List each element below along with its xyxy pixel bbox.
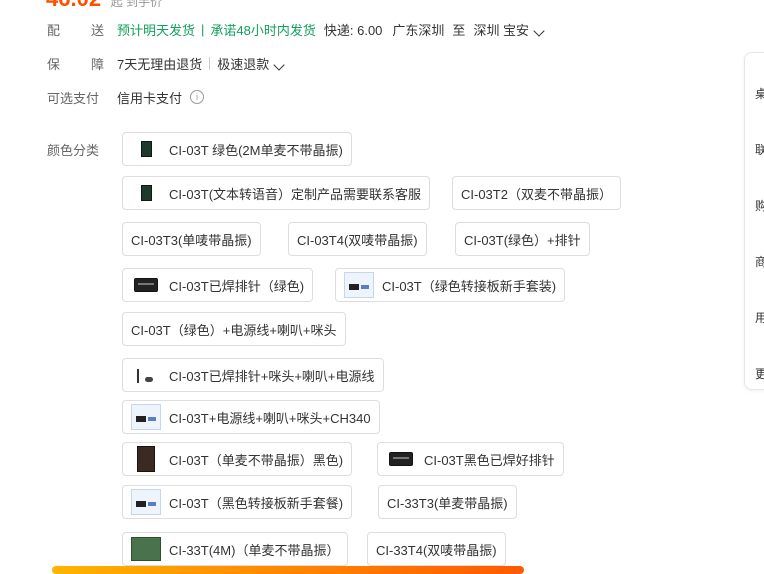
shipping-row: 配送 预计明天发货 | 承诺48小时内发货 快递: 6.00 广东深圳 至 深圳… [47,18,545,40]
side-panel: 桌 联 购 商 用 更 [744,52,764,390]
sku-option-label: CI-03T（绿色）+电源线+喇叭+咪头 [131,322,337,338]
sku-option[interactable]: CI-03T已焊排针+咪头+喇叭+电源线 [122,358,384,392]
sku-option[interactable]: CI-33T4(双唛带晶振) [367,532,506,566]
guarantee-refund: 极速退款 [217,56,270,72]
sku-option[interactable]: CI-03T4(双唛带晶振) [288,222,427,256]
side-item[interactable]: 联 [755,141,764,158]
sku-option-label: CI-03T（绿色转接板新手套装) [382,278,557,294]
color-category-label: 颜色分类 [47,142,100,158]
side-item[interactable]: 商 [755,253,764,270]
divider [209,56,211,70]
product-thumbnail [131,404,161,430]
product-thumbnail [131,446,161,472]
product-thumbnail [386,446,416,472]
product-thumbnail [131,536,161,562]
sku-option[interactable]: CI-03T（单麦不带晶振）黑色) [122,442,353,476]
chevron-down-icon [533,24,545,37]
price-value: 46.02 [46,0,101,11]
sku-option-label: CI-33T3(单麦带晶振) [387,495,508,511]
product-thumbnail [131,136,161,162]
payment-method: 信用卡支付 [117,90,183,106]
sku-option[interactable]: CI-03T3(单唛带晶振) [122,222,261,256]
sku-option[interactable]: CI-03T2（双麦不带晶振） [452,176,621,210]
info-icon[interactable]: i [190,90,205,104]
sku-option-label: CI-03T2（双麦不带晶振） [461,186,612,202]
sku-option[interactable]: CI-33T(4M)（单麦不带晶振） [122,532,349,566]
sku-option[interactable]: CI-03T（绿色）+电源线+喇叭+咪头 [122,312,346,346]
payment-row: 可选支付 信用卡支付 i [47,86,205,108]
sku-option[interactable]: CI-03T已焊排针（绿色) [122,268,314,302]
sku-option-label: CI-03T黑色已焊好排针 [424,452,555,468]
sku-option[interactable]: CI-03T+电源线+喇叭+咪头+CH340 [122,400,380,434]
sku-option-label: CI-03T(绿色）+排针 [464,232,581,248]
guarantee-returns: 7天无理由退货 [117,56,203,72]
sku-option[interactable]: CI-03T（黑色转接板新手套餐) [122,485,353,519]
sku-option-label: CI-03T（单麦不带晶振）黑色) [169,452,344,468]
sku-option-label: CI-03T(文本转语音）定制产品需要联系客服 [169,186,422,202]
price-suffix: 起 到手价 [110,0,163,9]
ship-promise: 承诺48小时内发货 [210,22,316,38]
buy-action-bar[interactable] [52,566,524,574]
ship-estimate: 预计明天发货 [117,22,196,38]
sku-option-label: CI-33T4(双唛带晶振) [376,542,497,558]
sku-option-label: CI-03T 绿色(2M单麦不带晶振) [169,142,343,158]
sku-option[interactable]: CI-03T(绿色）+排针 [455,222,590,256]
guarantee-row: 保障 7天无理由退货 极速退款 [47,52,285,74]
sku-option[interactable]: CI-33T3(单麦带晶振) [378,485,517,519]
sku-option-label: CI-03T4(双唛带晶振) [297,232,418,248]
sku-option[interactable]: CI-03T(文本转语音）定制产品需要联系客服 [122,176,431,210]
sku-option-label: CI-03T已焊排针+咪头+喇叭+电源线 [169,368,375,384]
shipping-label: 配送 [47,22,104,38]
sku-option-label: CI-33T(4M)（单麦不带晶振） [169,542,340,558]
guarantee-label: 保障 [47,56,104,72]
ship-express-fee: 快递: 6.00 [323,22,383,38]
payment-label: 可选支付 [47,90,100,106]
side-item[interactable]: 桌 [755,85,764,102]
product-thumbnail [131,180,161,206]
color-category-row: 颜色分类 [47,138,117,160]
ship-origin: 广东深圳 [392,22,445,38]
ship-to: 至 [452,22,466,38]
side-item[interactable]: 更 [755,365,764,382]
refund-dropdown[interactable]: 极速退款 [217,54,285,73]
sku-option-label: CI-03T3(单唛带晶振) [131,232,252,248]
sku-option[interactable]: CI-03T黑色已焊好排针 [377,442,564,476]
price-line: 46.02 起 到手价 [46,0,163,11]
side-item[interactable]: 购 [755,197,764,214]
product-thumbnail [131,362,161,388]
sku-option-label: CI-03T+电源线+喇叭+咪头+CH340 [169,410,371,426]
side-item[interactable]: 用 [755,309,764,326]
product-thumbnail [131,489,161,515]
ship-destination: 深圳 宝安 [473,22,530,38]
sku-option[interactable]: CI-03T 绿色(2M单麦不带晶振) [122,132,352,166]
product-thumbnail [344,272,374,298]
product-thumbnail [131,272,161,298]
chevron-down-icon [273,58,285,71]
ship-divider: | [201,21,205,37]
sku-option-label: CI-03T（黑色转接板新手套餐) [169,495,344,511]
ship-destination-selector[interactable]: 深圳 宝安 [473,20,545,39]
sku-option-label: CI-03T已焊排针（绿色) [169,278,305,294]
sku-option[interactable]: CI-03T（绿色转接板新手套装) [335,268,566,302]
